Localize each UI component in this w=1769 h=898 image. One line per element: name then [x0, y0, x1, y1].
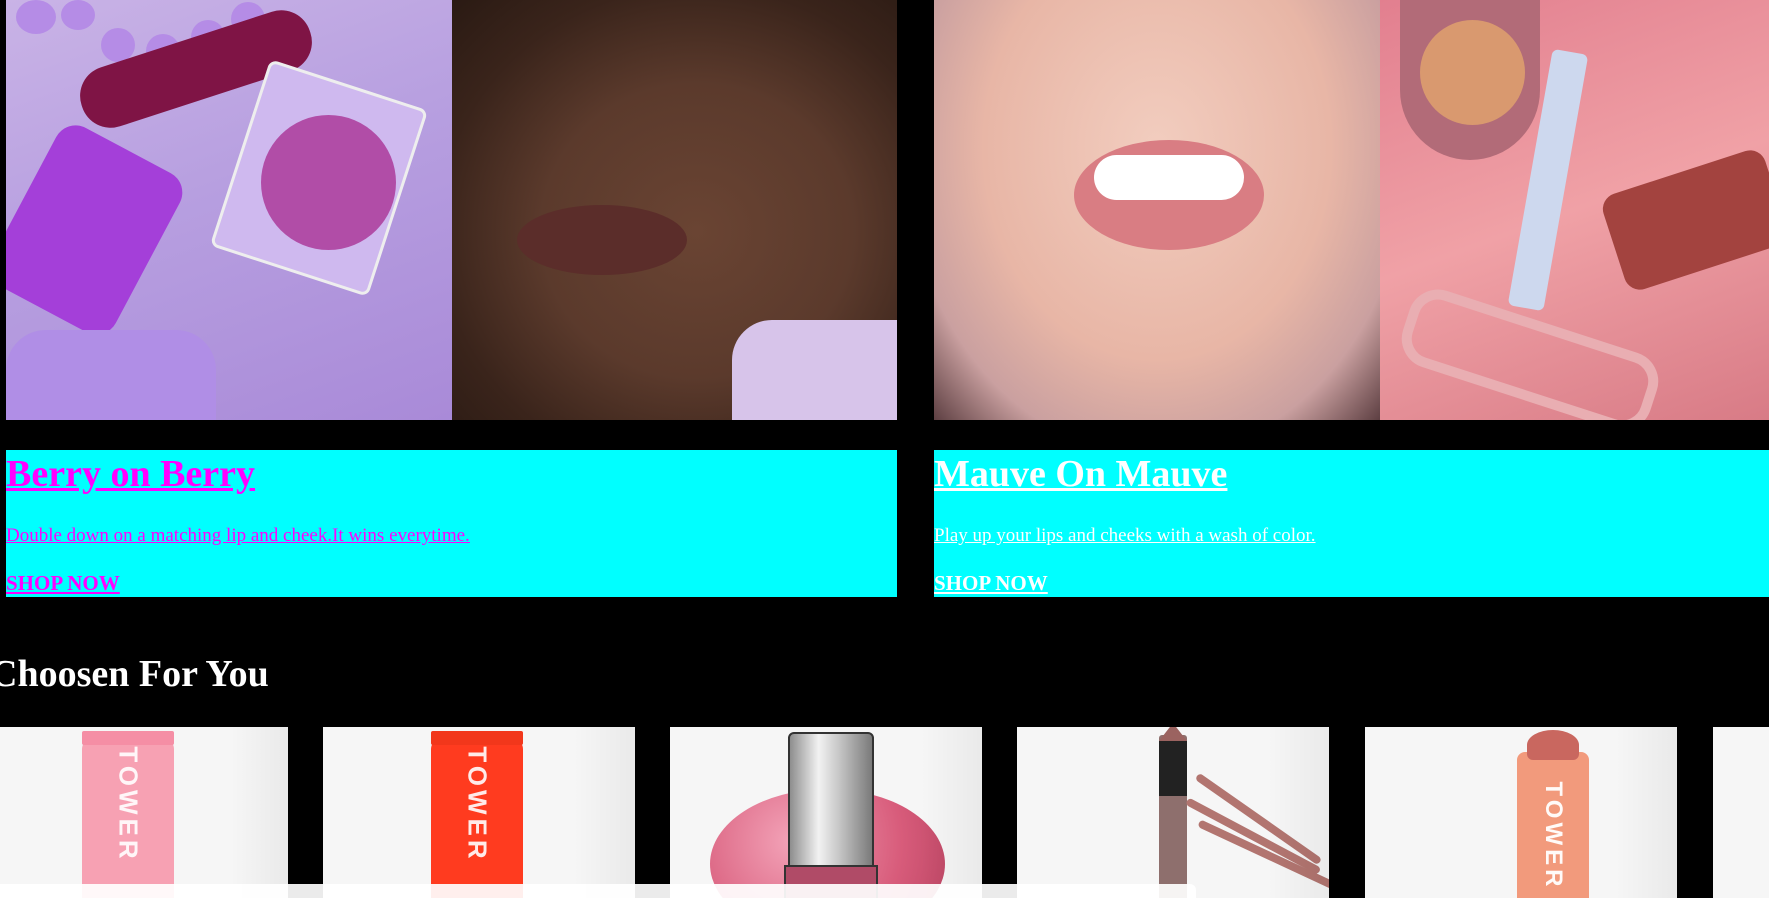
promo-card-berry[interactable]: Berry on Berry Double down on a matching… — [6, 0, 897, 597]
product-card[interactable]: TOWER — [323, 727, 635, 898]
lip-tube-image: TOWER — [431, 731, 523, 898]
model-face-image — [452, 0, 897, 420]
promo-card-mauve[interactable]: Mauve On Mauve Play up your lips and che… — [934, 0, 1769, 597]
nail-polish-cap — [788, 732, 874, 874]
promo-description[interactable]: Play up your lips and cheeks with a wash… — [934, 525, 1316, 547]
promo-title[interactable]: Mauve On Mauve — [934, 452, 1227, 496]
product-card[interactable]: TOWER — [0, 727, 288, 898]
product-brand-text: TOWER — [113, 746, 144, 863]
card-shadow — [572, 727, 635, 898]
card-shadow — [919, 727, 982, 898]
tube-cap — [431, 731, 523, 745]
tube-cap — [82, 731, 174, 745]
product-collage-image — [6, 0, 452, 420]
promo-text-panel: Berry on Berry Double down on a matching… — [6, 450, 897, 597]
section-title-chosen-for-you: Choosen For You — [0, 653, 269, 695]
lip-tube-image: TOWER — [82, 731, 174, 898]
promo-image-mauve[interactable] — [934, 0, 1769, 420]
product-card-partial[interactable] — [1713, 727, 1769, 898]
lip-pencil-image — [1159, 727, 1187, 898]
promo-image-berry[interactable] — [6, 0, 897, 420]
product-brand-text: TOWER — [462, 746, 493, 863]
product-card[interactable] — [670, 727, 982, 898]
card-shadow — [1614, 727, 1677, 898]
product-card[interactable] — [1017, 727, 1329, 898]
pencil-band — [1159, 741, 1187, 796]
shop-now-link[interactable]: SHOP NOW — [6, 571, 120, 596]
promo-text-panel: Mauve On Mauve Play up your lips and che… — [934, 450, 1769, 597]
crayon-tip — [1527, 730, 1579, 760]
shop-now-link[interactable]: SHOP NOW — [934, 571, 1048, 596]
lip-crayon-image: TOWER — [1517, 730, 1589, 898]
promo-description[interactable]: Double down on a matching lip and cheek.… — [6, 525, 470, 547]
product-collage-image — [1380, 0, 1769, 420]
product-brand-text: TOWER — [1540, 781, 1567, 891]
product-card[interactable]: TOWER — [1365, 727, 1677, 898]
model-face-image — [934, 0, 1380, 420]
promo-title[interactable]: Berry on Berry — [6, 452, 255, 496]
card-shadow — [230, 727, 288, 898]
cookie-notice-bar[interactable] — [0, 884, 1196, 898]
page: Berry on Berry Double down on a matching… — [0, 0, 1769, 898]
pencil-tip — [1159, 727, 1187, 741]
card-shadow — [1266, 727, 1329, 898]
